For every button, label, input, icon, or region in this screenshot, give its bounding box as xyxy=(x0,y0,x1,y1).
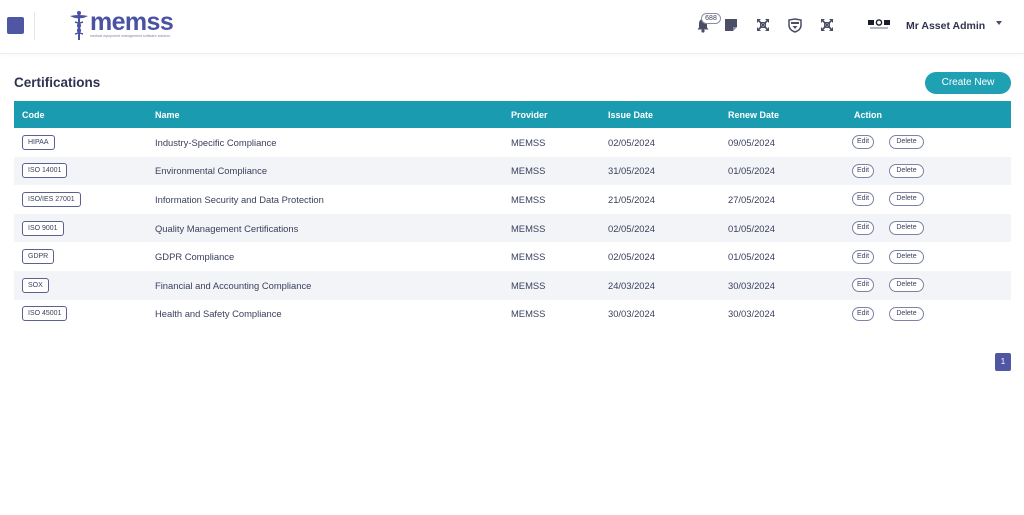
cert-provider: MEMSS xyxy=(511,222,546,234)
column-header-action: Action xyxy=(854,109,882,120)
cert-name: Financial and Accounting Compliance xyxy=(155,279,312,291)
edit-button[interactable]: Edit xyxy=(852,135,874,150)
cert-issue-date: 21/05/2024 xyxy=(608,193,655,205)
edit-button[interactable]: Edit xyxy=(852,192,874,207)
code-tag: SOX xyxy=(22,277,49,293)
cert-renew-date: 27/05/2024 xyxy=(728,193,775,205)
table-row[interactable]: GDPR GDPR Compliance MEMSS 02/05/2024 01… xyxy=(14,242,1011,271)
cert-provider: MEMSS xyxy=(511,193,546,205)
cert-renew-date: 30/03/2024 xyxy=(728,279,775,291)
edit-button[interactable]: Edit xyxy=(852,221,874,236)
cert-issue-date: 31/05/2024 xyxy=(608,165,655,177)
column-header-provider[interactable]: Provider xyxy=(511,110,608,120)
delete-button[interactable]: Delete xyxy=(889,135,924,150)
cert-issue-date: 30/03/2024 xyxy=(608,308,655,320)
cert-name: Industry-Specific Compliance xyxy=(155,136,277,148)
cert-provider: MEMSS xyxy=(511,251,546,263)
table-row[interactable]: ISO/IES 27001 Information Security and D… xyxy=(14,185,1011,214)
edit-button[interactable]: Edit xyxy=(852,278,874,293)
cert-issue-date: 02/05/2024 xyxy=(608,251,655,263)
expand-icon[interactable] xyxy=(754,16,772,34)
menu-icon[interactable] xyxy=(7,17,24,34)
user-name[interactable]: Mr Asset Admin xyxy=(906,20,985,32)
cert-issue-date: 24/03/2024 xyxy=(608,279,655,291)
column-header-name[interactable]: Name xyxy=(155,110,511,120)
cert-renew-date: 01/05/2024 xyxy=(728,251,775,263)
table-header: Code Name Provider Issue Date Renew Date… xyxy=(14,101,1011,128)
cert-issue-date: 02/05/2024 xyxy=(608,136,655,148)
avatar-logo[interactable] xyxy=(868,17,890,29)
cert-name: Information Security and Data Protection xyxy=(155,193,324,205)
code-tag: HIPAA xyxy=(22,134,55,150)
caduceus-icon xyxy=(70,11,88,40)
page-title: Certifications xyxy=(14,75,101,90)
delete-button[interactable]: Delete xyxy=(889,306,924,321)
code-tag: ISO 14001 xyxy=(22,163,68,179)
table-row[interactable]: ISO 45001 Health and Safety Compliance M… xyxy=(14,299,1011,329)
delete-button[interactable]: Delete xyxy=(889,163,924,178)
cert-provider: MEMSS xyxy=(511,136,546,148)
sticky-note-icon[interactable] xyxy=(722,16,740,34)
cert-name: Health and Safety Compliance xyxy=(155,308,282,320)
cert-name: Quality Management Certifications xyxy=(155,222,299,234)
fullscreen-icon[interactable] xyxy=(818,16,836,34)
cert-renew-date: 30/03/2024 xyxy=(728,308,775,320)
table-row[interactable]: HIPAA Industry-Specific Compliance MEMSS… xyxy=(14,128,1011,157)
delete-button[interactable]: Delete xyxy=(889,278,924,293)
edit-button[interactable]: Edit xyxy=(852,163,874,178)
code-tag: ISO/IES 27001 xyxy=(22,191,81,207)
cert-renew-date: 01/05/2024 xyxy=(728,165,775,177)
edit-button[interactable]: Edit xyxy=(852,249,874,264)
cert-renew-date: 01/05/2024 xyxy=(728,222,775,234)
column-header-code[interactable]: Code xyxy=(14,110,155,120)
top-bar: memss medical equipment management softw… xyxy=(0,0,1024,54)
cert-name: GDPR Compliance xyxy=(155,251,235,263)
pagination-page-1[interactable]: 1 xyxy=(995,353,1011,371)
delete-button[interactable]: Delete xyxy=(889,249,924,264)
shield-icon[interactable] xyxy=(786,16,804,34)
header-divider xyxy=(34,12,35,40)
code-tag: ISO 9001 xyxy=(22,220,64,236)
delete-button[interactable]: Delete xyxy=(889,221,924,236)
column-header-renew-date[interactable]: Renew Date xyxy=(728,110,854,120)
cert-issue-date: 02/05/2024 xyxy=(608,222,655,234)
code-tag: GDPR xyxy=(22,249,55,265)
delete-button[interactable]: Delete xyxy=(889,192,924,207)
table-row[interactable]: SOX Financial and Accounting Compliance … xyxy=(14,270,1011,300)
cert-name: Environmental Compliance xyxy=(155,165,268,177)
table-row[interactable]: ISO 9001 Quality Management Certificatio… xyxy=(14,213,1011,243)
code-tag: ISO 45001 xyxy=(22,306,68,322)
cert-provider: MEMSS xyxy=(511,308,546,320)
logo-tagline: medical equipment management software so… xyxy=(90,34,171,38)
edit-button[interactable]: Edit xyxy=(852,306,874,321)
notification-badge: 688 xyxy=(701,13,721,24)
cert-renew-date: 09/05/2024 xyxy=(728,136,775,148)
create-new-button[interactable]: Create New xyxy=(925,72,1011,94)
certifications-table: Code Name Provider Issue Date Renew Date… xyxy=(14,101,1011,329)
cert-provider: MEMSS xyxy=(511,279,546,291)
column-header-issue-date[interactable]: Issue Date xyxy=(608,110,728,120)
table-row[interactable]: ISO 14001 Environmental Compliance MEMSS… xyxy=(14,156,1011,186)
memss-logo[interactable]: memss medical equipment management softw… xyxy=(68,8,176,42)
logo-text: memss xyxy=(90,8,174,36)
cert-provider: MEMSS xyxy=(511,165,546,177)
chevron-down-icon[interactable] xyxy=(996,21,1002,25)
